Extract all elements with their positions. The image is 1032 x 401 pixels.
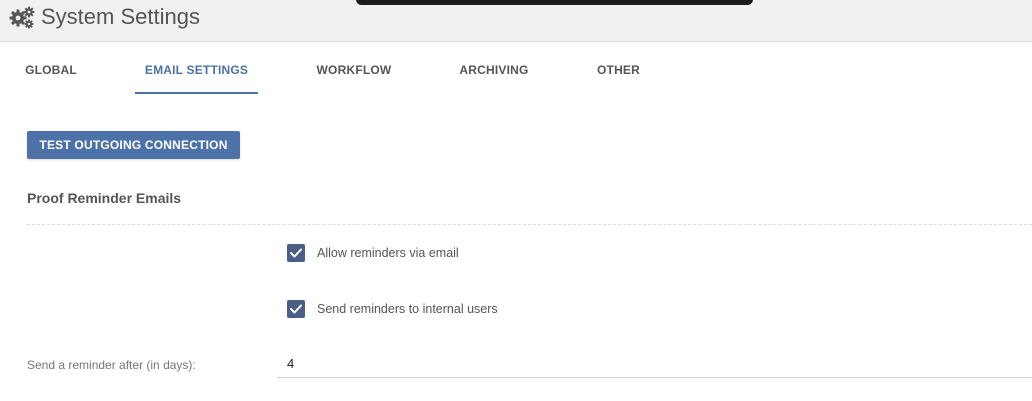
tab-global[interactable]: GLOBAL [18, 42, 84, 94]
tab-email-settings[interactable]: EMAIL SETTINGS [135, 42, 258, 94]
allow-reminders-label: Allow reminders via email [317, 246, 459, 260]
test-outgoing-connection-button[interactable]: TEST OUTGOING CONNECTION [27, 131, 240, 159]
settings-tabs: GLOBAL EMAIL SETTINGS WORKFLOW ARCHIVING… [0, 42, 1032, 94]
tab-workflow[interactable]: WORKFLOW [308, 42, 400, 94]
page-header: System Settings [0, 0, 1032, 42]
overlay-bar [356, 0, 753, 5]
allow-reminders-checkbox[interactable] [287, 244, 305, 262]
reminder-days-label: Send a reminder after (in days): [27, 358, 196, 372]
gears-icon [9, 6, 35, 29]
checkmark-icon [290, 248, 302, 258]
send-internal-reminders-checkbox[interactable] [287, 300, 305, 318]
section-title: Proof Reminder Emails [27, 190, 182, 206]
tab-archiving[interactable]: ARCHIVING [449, 42, 539, 94]
checkmark-icon [290, 304, 302, 314]
send-internal-reminders-checkbox-row[interactable]: Send reminders to internal users [287, 300, 498, 318]
page-title: System Settings [41, 4, 200, 29]
section-divider [27, 224, 1032, 225]
reminder-days-input[interactable] [277, 350, 1032, 378]
send-internal-reminders-label: Send reminders to internal users [317, 302, 498, 316]
allow-reminders-checkbox-row[interactable]: Allow reminders via email [287, 244, 459, 262]
tab-other[interactable]: OTHER [589, 42, 648, 94]
